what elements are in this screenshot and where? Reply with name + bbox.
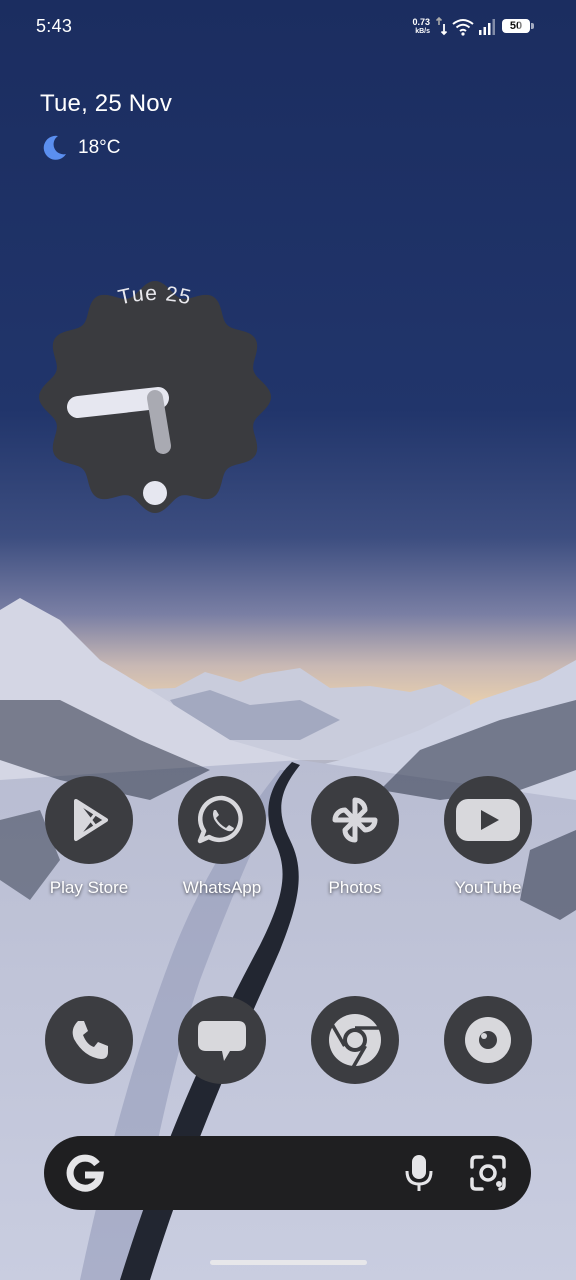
app-whatsapp[interactable]: WhatsApp xyxy=(162,776,282,898)
whatsapp-icon[interactable] xyxy=(178,776,266,864)
app-play-store[interactable]: Play Store xyxy=(29,776,149,898)
clock-center-dot xyxy=(143,481,167,505)
data-arrows-icon xyxy=(436,16,448,36)
app-messages[interactable] xyxy=(162,996,282,1084)
app-youtube[interactable]: YouTube xyxy=(428,776,548,898)
app-camera[interactable] xyxy=(428,996,548,1084)
app-photos[interactable]: Photos xyxy=(295,776,415,898)
app-phone[interactable] xyxy=(29,996,149,1084)
status-time: 5:43 xyxy=(36,16,73,36)
app-label: WhatsApp xyxy=(182,878,262,897)
clock-widget[interactable]: Tue 25 xyxy=(34,276,276,518)
mic-icon[interactable] xyxy=(404,1153,434,1193)
network-speed-unit: kB/s xyxy=(415,28,430,35)
app-label: Play Store xyxy=(49,878,129,897)
moon-icon xyxy=(43,135,66,160)
app-chrome[interactable] xyxy=(295,996,415,1084)
glance-date[interactable]: Tue, 25 Nov xyxy=(40,90,172,118)
youtube-icon[interactable] xyxy=(444,776,532,864)
signal-icon xyxy=(479,19,495,35)
battery-tip xyxy=(531,23,534,29)
wifi-icon xyxy=(452,19,474,36)
clock-hour-hand xyxy=(147,390,171,454)
app-label: Photos xyxy=(328,878,382,897)
clock-minute-hand xyxy=(67,387,169,418)
battery-empty xyxy=(518,19,530,33)
app-label: YouTube xyxy=(454,878,522,897)
at-a-glance-widget[interactable]: Tue, 25 Nov 18°C xyxy=(40,90,172,162)
messages-icon[interactable] xyxy=(178,996,266,1084)
play-store-icon[interactable] xyxy=(45,776,133,864)
phone-icon[interactable] xyxy=(45,996,133,1084)
network-speed-value: 0.73 xyxy=(412,17,430,27)
status-icons: 0.73 kB/s 50 xyxy=(412,14,536,40)
google-g-icon[interactable] xyxy=(66,1154,104,1192)
camera-icon[interactable] xyxy=(444,996,532,1084)
battery-indicator: 50 xyxy=(502,18,536,36)
status-bar: 5:43 0.73 kB/s 50 xyxy=(0,0,576,54)
lens-icon[interactable] xyxy=(468,1153,508,1193)
gesture-nav-handle[interactable] xyxy=(210,1260,367,1265)
chrome-icon[interactable] xyxy=(311,996,399,1084)
glance-weather[interactable]: 18°C xyxy=(40,134,172,162)
glance-temperature: 18°C xyxy=(78,137,121,158)
google-search-bar[interactable] xyxy=(44,1136,531,1210)
clock-face: Tue 25 xyxy=(39,281,271,513)
network-speed: 0.73 kB/s xyxy=(412,17,430,37)
wallpaper xyxy=(0,0,576,1280)
photos-icon[interactable] xyxy=(311,776,399,864)
